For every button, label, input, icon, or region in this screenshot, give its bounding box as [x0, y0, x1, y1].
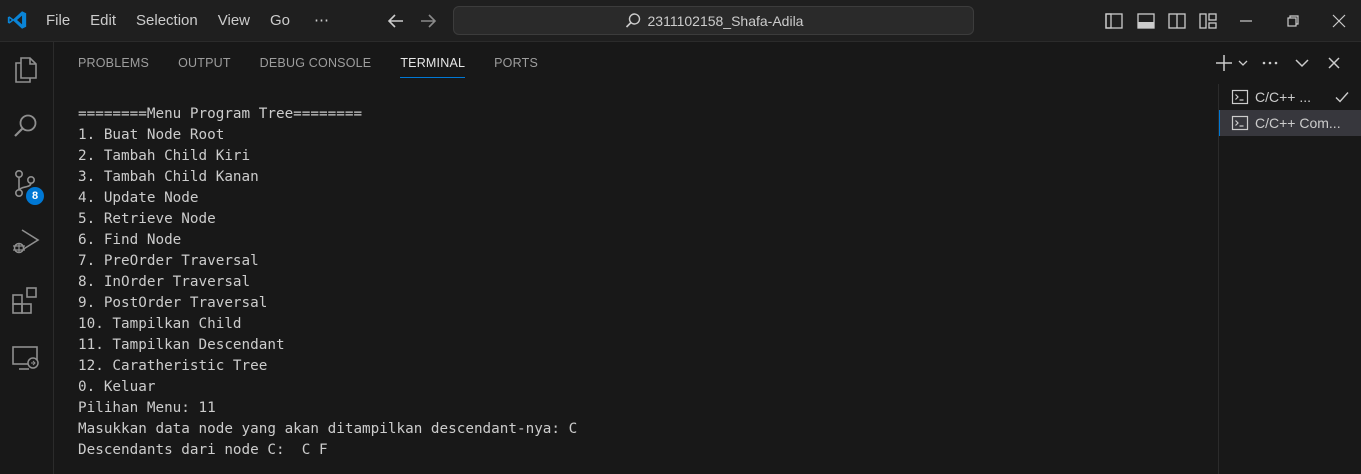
terminal-line: 3. Tambah Child Kanan: [78, 169, 259, 185]
terminal-line: 11. Tampilkan Descendant: [78, 337, 285, 353]
terminal-line: 8. InOrder Traversal: [78, 274, 251, 290]
minimize-icon[interactable]: [1236, 11, 1256, 31]
extensions-icon[interactable]: [9, 283, 43, 317]
tab-terminal[interactable]: TERMINAL: [400, 42, 465, 84]
maximize-panel-chevron-icon[interactable]: [1291, 52, 1313, 74]
toggle-secondary-sidebar-icon[interactable]: [1167, 11, 1187, 31]
explorer-icon[interactable]: [9, 52, 43, 86]
close-window-icon[interactable]: [1329, 11, 1349, 31]
terminal-line: 12. Caratheristic Tree: [78, 358, 268, 374]
menu-go[interactable]: Go: [260, 0, 300, 42]
terminal-line: 4. Update Node: [78, 190, 199, 206]
command-center-search[interactable]: 2311102158_Shafa-Adila: [453, 6, 974, 35]
toggle-panel-icon[interactable]: [1136, 11, 1156, 31]
terminal-line: Descendants dari node C: C F: [78, 442, 328, 458]
tab-debug-console[interactable]: DEBUG CONSOLE: [260, 42, 372, 84]
back-arrow-icon[interactable]: [385, 10, 407, 32]
menu-selection[interactable]: Selection: [126, 0, 208, 42]
check-icon: [1335, 92, 1349, 103]
menu-more[interactable]: ⋯: [300, 0, 339, 42]
chevron-down-icon[interactable]: [1237, 52, 1249, 74]
new-terminal-icon[interactable]: [1213, 52, 1235, 74]
title-bar: File Edit Selection View Go ⋯ 2311102158…: [0, 0, 1361, 42]
terminal-line: 5. Retrieve Node: [78, 211, 216, 227]
restore-icon[interactable]: [1283, 11, 1303, 31]
terminal-line: 0. Keluar: [78, 379, 156, 395]
menu-view[interactable]: View: [208, 0, 260, 42]
terminal-line: ========Menu Program Tree========: [78, 106, 363, 122]
toggle-primary-sidebar-icon[interactable]: [1104, 11, 1124, 31]
search-icon: [625, 12, 640, 28]
tab-output[interactable]: OUTPUT: [178, 42, 231, 84]
terminal-line: 9. PostOrder Traversal: [78, 295, 268, 311]
terminal-line: Masukkan data node yang akan ditampilkan…: [78, 421, 578, 437]
menu-file[interactable]: File: [36, 0, 80, 42]
remote-explorer-icon[interactable]: [9, 340, 43, 374]
activity-bar: 8: [0, 42, 54, 474]
forward-arrow-icon[interactable]: [417, 10, 439, 32]
more-actions-icon[interactable]: [1259, 52, 1281, 74]
search-view-icon[interactable]: [9, 109, 43, 143]
terminal-list-item[interactable]: C/C++ Com...: [1219, 110, 1361, 136]
tab-problems[interactable]: PROBLEMS: [78, 42, 149, 84]
vscode-logo-icon: [7, 11, 27, 29]
terminal-line: 7. PreOrder Traversal: [78, 253, 259, 269]
close-panel-icon[interactable]: [1323, 52, 1345, 74]
run-debug-icon[interactable]: [9, 223, 43, 257]
terminal-line: Pilihan Menu: 11: [78, 400, 216, 416]
terminal-list: C/C++ ... C/C++ Com...: [1218, 84, 1361, 474]
terminal-line: 2. Tambah Child Kiri: [78, 148, 251, 164]
terminal-list-label: C/C++ Com...: [1255, 115, 1341, 131]
terminal-output[interactable]: ========Menu Program Tree======== 1. Buat…: [78, 104, 1208, 461]
terminal-list-item[interactable]: C/C++ ...: [1219, 84, 1361, 110]
customize-layout-icon[interactable]: [1198, 11, 1218, 31]
terminal-line: 10. Tampilkan Child: [78, 316, 242, 332]
terminal-line: 1. Buat Node Root: [78, 127, 225, 143]
menu-bar: File Edit Selection View Go ⋯: [36, 0, 339, 42]
terminal-line: 6. Find Node: [78, 232, 182, 248]
terminal-icon: [1231, 114, 1249, 132]
terminal-list-label: C/C++ ...: [1255, 89, 1312, 105]
menu-edit[interactable]: Edit: [80, 0, 126, 42]
search-text: 2311102158_Shafa-Adila: [647, 12, 804, 29]
panel-actions: [1213, 52, 1345, 74]
panel-tab-bar: PROBLEMS OUTPUT DEBUG CONSOLE TERMINAL P…: [78, 42, 538, 84]
source-control-badge: 8: [26, 187, 44, 205]
terminal-icon: [1231, 88, 1249, 106]
tab-ports[interactable]: PORTS: [494, 42, 538, 84]
